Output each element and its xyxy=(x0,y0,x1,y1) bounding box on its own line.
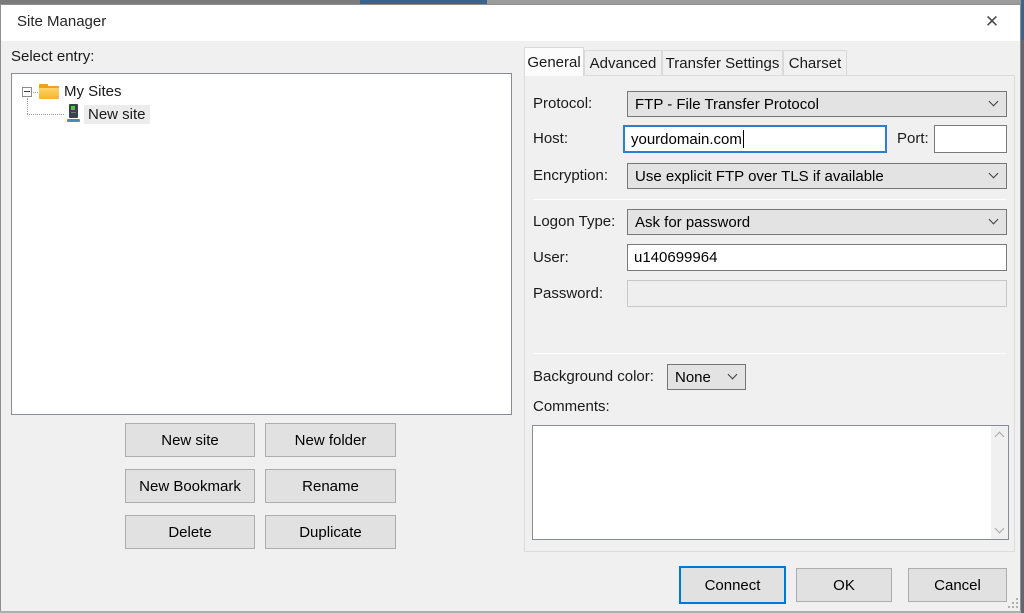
tab-advanced[interactable]: Advanced xyxy=(584,50,662,76)
separator xyxy=(533,353,1007,354)
user-label: User: xyxy=(533,249,569,266)
separator xyxy=(533,199,1007,200)
chevron-down-icon xyxy=(988,214,999,225)
duplicate-button[interactable]: Duplicate xyxy=(265,515,396,549)
close-button[interactable]: ✕ xyxy=(972,5,1012,39)
site-manager-dialog: Site Manager ✕ Select entry: My Sites Ne… xyxy=(0,4,1021,611)
background-color-label: Background color: xyxy=(533,368,654,385)
text-cursor xyxy=(742,130,744,148)
comments-field xyxy=(532,425,1009,540)
collapse-icon[interactable] xyxy=(22,87,32,97)
tree-item-my-sites[interactable]: My Sites xyxy=(60,82,126,101)
server-icon xyxy=(67,104,81,123)
protocol-dropdown[interactable]: FTP - File Transfer Protocol xyxy=(627,91,1007,117)
background-color-dropdown[interactable]: None xyxy=(667,364,746,390)
logon-type-dropdown[interactable]: Ask for password xyxy=(627,209,1007,235)
site-tree[interactable]: My Sites New site xyxy=(11,73,512,415)
comments-textarea[interactable] xyxy=(533,426,991,539)
ok-button[interactable]: OK xyxy=(796,568,892,602)
tab-transfer-settings[interactable]: Transfer Settings xyxy=(662,50,783,76)
scroll-down-icon[interactable] xyxy=(991,522,1008,539)
scrollbar[interactable] xyxy=(991,426,1008,539)
chevron-down-icon xyxy=(988,168,999,179)
tab-charset[interactable]: Charset xyxy=(783,50,847,76)
comments-label: Comments: xyxy=(533,398,610,415)
new-site-button[interactable]: New site xyxy=(125,423,255,457)
tree-connector xyxy=(33,92,38,93)
encryption-dropdown[interactable]: Use explicit FTP over TLS if available xyxy=(627,163,1007,189)
cancel-button[interactable]: Cancel xyxy=(908,568,1007,602)
select-entry-label: Select entry: xyxy=(11,48,95,65)
close-icon: ✕ xyxy=(984,12,1000,31)
host-input[interactable]: yourdomain.com xyxy=(623,125,887,153)
new-bookmark-button[interactable]: New Bookmark xyxy=(125,469,255,503)
host-label: Host: xyxy=(533,130,569,147)
password-input[interactable] xyxy=(627,280,1007,307)
rename-button[interactable]: Rename xyxy=(265,469,396,503)
titlebar: Site Manager ✕ xyxy=(1,5,1020,41)
tree-connector xyxy=(27,98,28,114)
chevron-down-icon xyxy=(727,369,738,380)
protocol-label: Protocol: xyxy=(533,95,593,112)
resize-grip-icon[interactable] xyxy=(1006,596,1018,608)
tab-general[interactable]: General xyxy=(524,47,584,76)
port-label: Port: xyxy=(897,130,929,147)
window-title: Site Manager xyxy=(17,13,107,30)
tree-item-new-site[interactable]: New site xyxy=(84,105,150,124)
chevron-down-icon xyxy=(988,96,999,107)
tree-connector xyxy=(27,114,64,115)
scroll-up-icon[interactable] xyxy=(991,426,1008,443)
encryption-label: Encryption: xyxy=(533,167,609,184)
general-tab-page: Protocol: FTP - File Transfer Protocol H… xyxy=(524,75,1015,552)
new-folder-button[interactable]: New folder xyxy=(265,423,396,457)
logon-type-label: Logon Type: xyxy=(533,213,616,230)
delete-button[interactable]: Delete xyxy=(125,515,255,549)
password-label: Password: xyxy=(533,285,604,302)
folder-icon xyxy=(39,84,59,99)
port-input[interactable] xyxy=(934,125,1007,153)
user-input[interactable] xyxy=(627,244,1007,271)
connect-button[interactable]: Connect xyxy=(679,566,786,604)
